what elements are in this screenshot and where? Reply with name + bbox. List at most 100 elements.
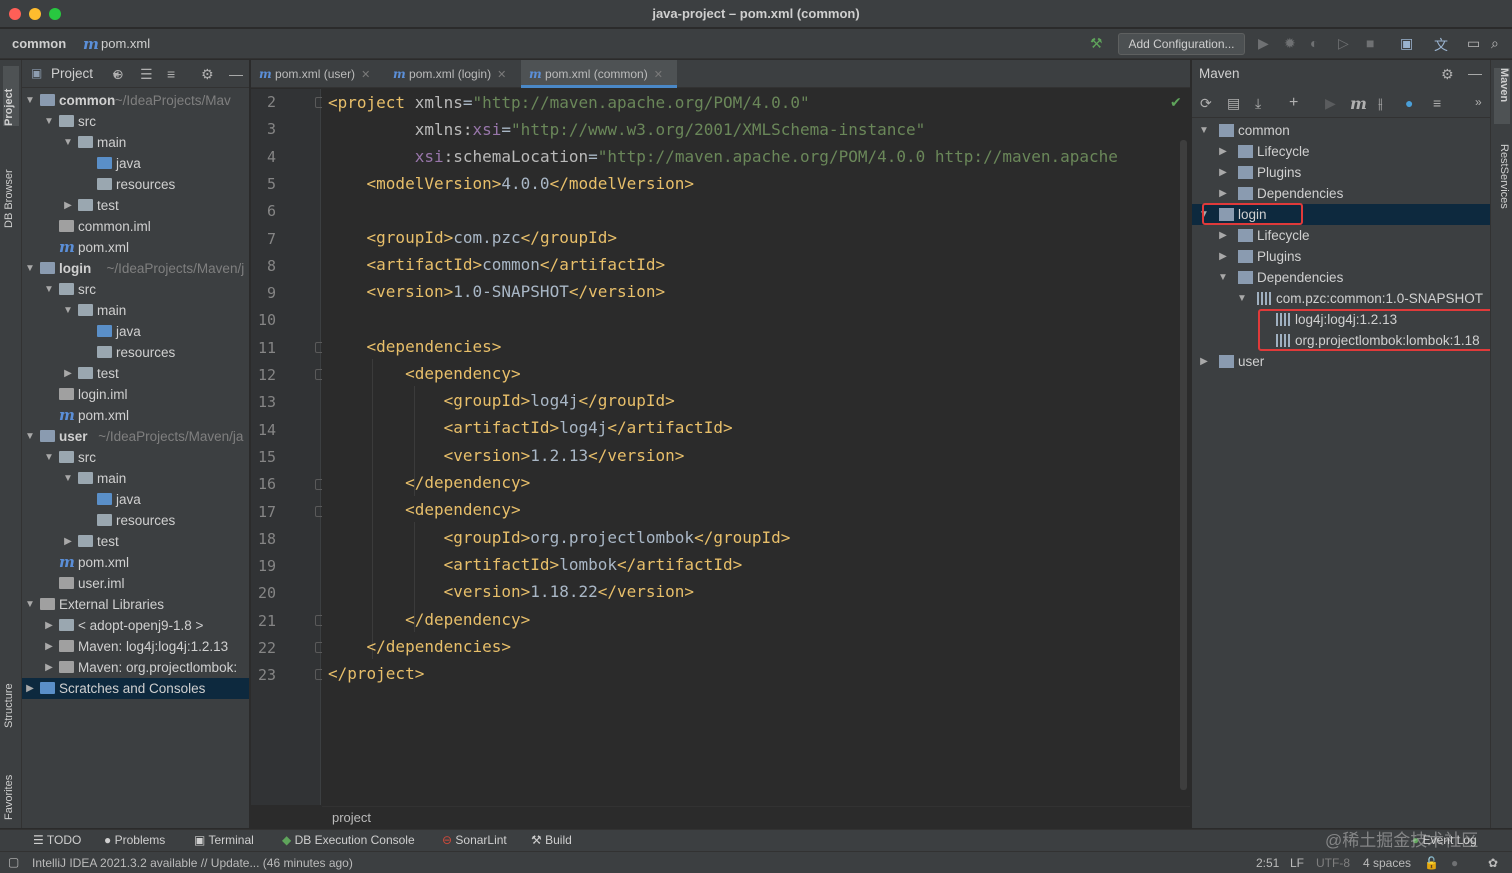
gear-icon[interactable]: ⚙	[1441, 66, 1454, 83]
run-icon[interactable]: ▶	[1325, 95, 1336, 112]
project-tree-item[interactable]: ▼ External Libraries	[22, 594, 249, 615]
project-tree-item[interactable]: ▶ test	[22, 195, 249, 216]
generate-sources-icon[interactable]: ▤	[1227, 95, 1240, 112]
chevron-down-icon[interactable]: ▼	[62, 132, 74, 153]
nav-project-crumb[interactable]: common	[12, 36, 66, 51]
build-tool-button[interactable]: ⚒ Build	[531, 833, 572, 847]
project-view-selector[interactable]: Project	[51, 66, 93, 81]
maven-tree-item[interactable]: ▶ Plugins	[1192, 246, 1490, 267]
chevron-down-icon[interactable]: ▼	[62, 468, 74, 489]
maven-tree-item[interactable]: ▶ Lifecycle	[1192, 225, 1490, 246]
close-icon[interactable]: ✕	[361, 69, 370, 81]
maven-tree-item[interactable]: ▶ Dependencies	[1192, 183, 1490, 204]
translate-icon[interactable]: 文	[1434, 35, 1448, 55]
project-tree-item[interactable]: ▼ main	[22, 300, 249, 321]
project-tree-item[interactable]: ▼ login ~/IdeaProjects/Maven/j	[22, 258, 249, 279]
todo-tool-button[interactable]: ☰ TODO	[33, 833, 81, 847]
project-structure-icon[interactable]: ▣	[1400, 35, 1413, 52]
search-icon[interactable]: ⌕	[1491, 35, 1499, 52]
status-message[interactable]: IntelliJ IDEA 2021.3.2 available // Upda…	[32, 856, 353, 870]
project-tree-item[interactable]: java	[22, 489, 249, 510]
db-browser-tool-tab[interactable]: DB Browser	[3, 144, 19, 228]
chevron-down-icon[interactable]: ▼	[1236, 288, 1248, 309]
project-tree-item[interactable]: java	[22, 321, 249, 342]
chevron-down-icon[interactable]: ▼	[43, 279, 55, 300]
project-tree-item[interactable]: resources	[22, 174, 249, 195]
project-tree-item[interactable]: m pom.xml	[22, 552, 249, 573]
chevron-right-icon[interactable]: ▶	[1217, 141, 1229, 162]
close-icon[interactable]: ✕	[497, 69, 506, 81]
maven-tree-item[interactable]: ▼ com.pzc:common:1.0-SNAPSHOT	[1192, 288, 1490, 309]
chevron-right-icon[interactable]: ▶	[1217, 162, 1229, 183]
tab-pom-login[interactable]: m pom.xml (login) ✕	[385, 60, 517, 88]
download-icon[interactable]: ⤓	[1255, 95, 1261, 112]
project-tree-item[interactable]: login.iml	[22, 384, 249, 405]
chevron-right-icon[interactable]: ▶	[24, 678, 36, 699]
maven-tree-item[interactable]: ▶ Lifecycle	[1192, 141, 1490, 162]
gear-icon[interactable]: ⚙	[201, 66, 214, 83]
chevron-down-icon[interactable]: ▼	[1198, 120, 1210, 141]
nav-file-crumb[interactable]: pom.xml	[101, 36, 150, 51]
tab-pom-user[interactable]: m pom.xml (user) ✕	[251, 60, 381, 88]
chevron-right-icon[interactable]: ▶	[1217, 183, 1229, 204]
structure-tool-tab[interactable]: Structure	[3, 658, 19, 728]
chevron-right-icon[interactable]: ▶	[1217, 246, 1229, 267]
collapse-all-icon[interactable]: ≡	[1433, 95, 1441, 111]
project-tree-item[interactable]: resources	[22, 510, 249, 531]
run-icon[interactable]: ▶	[1258, 35, 1269, 52]
maven-tree-item[interactable]: ▼ common	[1192, 120, 1490, 141]
memory-indicator-icon[interactable]: ✿	[1488, 856, 1498, 870]
project-tree-item[interactable]: common.iml	[22, 216, 249, 237]
collapse-all-icon[interactable]: ≡	[167, 66, 175, 82]
maven-tool-tab[interactable]: Maven	[1494, 68, 1510, 124]
project-tree-item[interactable]: ▶< adopt-openj9-1.8 >/Use	[22, 615, 249, 636]
project-tool-tab[interactable]: Project	[3, 66, 19, 126]
project-tree-item[interactable]: ▼ user ~/IdeaProjects/Maven/ja	[22, 426, 249, 447]
terminal-tool-button[interactable]: ▣ Terminal	[194, 833, 254, 847]
chevron-right-icon[interactable]: ▶	[43, 615, 55, 636]
project-tree-item[interactable]: ▶ Scratches and Consoles	[22, 678, 249, 699]
chevron-right-icon[interactable]: ▶	[1198, 351, 1210, 372]
toggle-offline-icon[interactable]: ⫲	[1378, 95, 1383, 112]
project-tree-item[interactable]: ▼ src	[22, 279, 249, 300]
reload-icon[interactable]: ⟳	[1200, 95, 1212, 112]
chevron-down-icon[interactable]: ▼	[1217, 267, 1229, 288]
build-hammer-icon[interactable]: ⚒	[1090, 35, 1103, 52]
chevron-right-icon[interactable]: ▶	[62, 363, 74, 384]
chevron-down-icon[interactable]: ▼	[43, 111, 55, 132]
indent-setting[interactable]: 4 spaces	[1363, 856, 1411, 870]
hide-panel-icon[interactable]: —	[229, 66, 243, 82]
project-tree-item[interactable]: ▼ main	[22, 132, 249, 153]
rest-services-tool-tab[interactable]: RestServices	[1494, 144, 1510, 234]
close-icon[interactable]: ✕	[654, 69, 663, 81]
chevron-right-icon[interactable]: ▶	[62, 531, 74, 552]
project-tree-item[interactable]: ▶ Maven: org.projectlombok:	[22, 657, 249, 678]
coverage-icon[interactable]: ◐	[1310, 35, 1318, 51]
debug-icon[interactable]: ✹	[1284, 35, 1296, 52]
expand-all-icon[interactable]: ☰	[140, 66, 153, 83]
chevron-down-icon[interactable]: ▼	[24, 426, 36, 447]
project-tree-item[interactable]: user.iml	[22, 573, 249, 594]
favorites-tool-tab[interactable]: Favorites	[3, 750, 19, 820]
presentation-icon[interactable]: ▭	[1467, 35, 1480, 52]
project-tree-item[interactable]: m pom.xml	[22, 405, 249, 426]
editor-breadcrumb[interactable]: project	[322, 806, 1190, 828]
project-tree-item[interactable]: ▶ Maven: log4j:log4j:1.2.13	[22, 636, 249, 657]
panel-toggle-icon[interactable]: ▢	[8, 855, 19, 869]
inspection-ok-icon[interactable]: ✔	[1170, 94, 1182, 111]
db-console-tool-button[interactable]: ◆ DB Execution Console	[282, 833, 415, 847]
project-tree-item[interactable]: ▶ test	[22, 531, 249, 552]
chevron-right-icon[interactable]: ▶	[43, 636, 55, 657]
maven-tree-item[interactable]: ▼ Dependencies	[1192, 267, 1490, 288]
maven-tree-item[interactable]: ▶ Plugins	[1192, 162, 1490, 183]
sonarlint-tool-button[interactable]: ⊖ SonarLint	[442, 833, 507, 847]
profile-icon[interactable]: ▷	[1338, 35, 1349, 52]
project-tree-item[interactable]: resources	[22, 342, 249, 363]
project-tree-item[interactable]: ▼ src	[22, 111, 249, 132]
add-configuration-button[interactable]: Add Configuration...	[1118, 33, 1245, 55]
locate-icon[interactable]: ⊕	[112, 66, 124, 83]
skip-tests-icon[interactable]: ●	[1405, 95, 1413, 111]
chevron-down-icon[interactable]: ▼	[24, 90, 36, 111]
file-encoding[interactable]: UTF-8	[1316, 856, 1350, 870]
more-icon[interactable]: »	[1475, 95, 1482, 109]
